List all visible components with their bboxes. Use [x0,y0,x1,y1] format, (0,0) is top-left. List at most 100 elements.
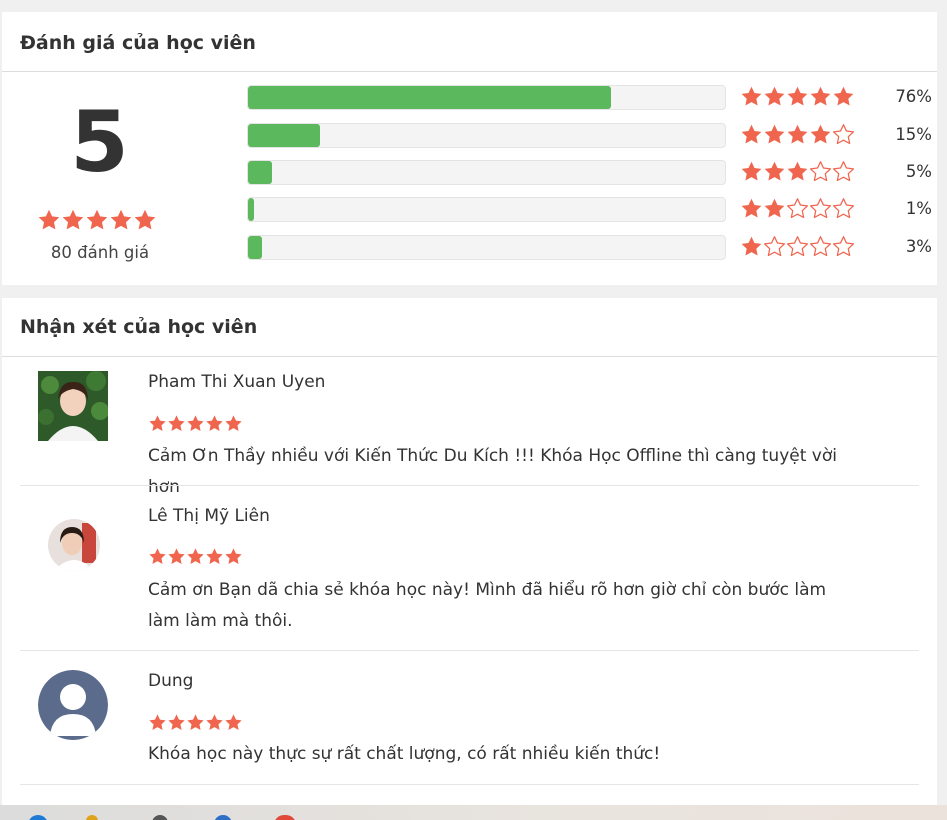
rating-section-title: Đánh giá của học viên [20,32,256,54]
star-filled-icon [149,415,166,431]
star-filled-icon [787,124,808,144]
star-filled-icon [86,209,108,230]
star-filled-icon [187,415,204,431]
app-icon[interactable] [152,815,168,820]
review-stars [148,547,243,566]
rating-bar-track [247,160,726,185]
title-divider [2,356,937,357]
star-filled-icon [764,198,785,218]
review-text: Cảm ơn Bạn dã chia sẻ khóa học này! Mình… [148,580,827,631]
review-stars [148,414,243,433]
star-filled-icon [764,161,785,181]
review-text: Khóa học này thực sự rất chất lượng, có … [148,744,661,764]
rating-bar-track [247,123,726,148]
taskbar [0,805,947,820]
reviews-section-title: Nhận xét của học viên [20,316,258,338]
star-empty-icon [810,161,831,182]
reviewer-avatar [38,371,108,441]
star-empty-icon [787,198,808,219]
rating-bar-fill [248,124,320,147]
star-empty-icon [833,161,854,182]
review-divider [20,784,919,785]
star-empty-icon [810,236,831,257]
star-filled-icon [787,161,808,181]
review-divider [20,485,919,486]
rating-bar-row: 15% [247,123,937,149]
rating-bar-stars [740,123,855,146]
rating-bar-stars [740,160,855,183]
star-empty-icon [833,124,854,145]
star-filled-icon [810,86,831,106]
rating-bar-percent: 3% [905,237,932,256]
star-filled-icon [833,86,854,106]
average-score: 5 [70,93,129,191]
app-icon[interactable] [86,815,98,820]
reviewer-name: Dung [148,671,194,691]
average-stars [37,208,157,232]
star-filled-icon [787,86,808,106]
app-icon[interactable] [214,815,232,820]
star-filled-icon [206,548,223,564]
star-filled-icon [225,548,242,564]
star-empty-icon [764,236,785,257]
rating-bar-percent: 15% [895,125,932,144]
star-filled-icon [168,415,185,431]
star-filled-icon [168,714,185,730]
star-filled-icon [810,124,831,144]
star-filled-icon [168,548,185,564]
star-filled-icon [764,124,785,144]
review-text: Cảm Ơn Thầy nhiều với Kiến Thức Du Kích … [148,446,837,497]
review-divider [20,650,919,651]
rating-bar-percent: 1% [905,199,932,218]
rating-summary-card: Đánh giá của học viên 5 80 đánh giá 76% 1… [2,12,937,285]
star-filled-icon [225,415,242,431]
rating-bar-stars [740,235,855,258]
star-empty-icon [810,198,831,219]
reviews-card: Nhận xét của học viên Pham Thi Xuan Uyen… [2,298,937,805]
star-empty-icon [787,236,808,257]
rating-bar-fill [248,86,611,109]
reviewer-avatar [48,519,100,571]
review-stars [148,713,243,732]
app-icon[interactable] [274,815,296,820]
rating-bar-track [247,197,726,222]
rating-bar-row: 1% [247,197,937,223]
star-filled-icon [62,209,84,230]
star-filled-icon [187,548,204,564]
star-filled-icon [225,714,242,730]
rating-bar-percent: 5% [905,162,932,181]
rating-bar-fill [248,161,272,184]
star-filled-icon [764,86,785,106]
star-filled-icon [149,548,166,564]
reviewer-name: Lê Thị Mỹ Liên [148,506,270,526]
rating-bar-fill [248,236,263,259]
rating-bar-stars [740,85,855,108]
review-count: 80 đánh giá [50,243,150,262]
rating-bar-row: 5% [247,160,937,186]
rating-bar-track [247,85,726,110]
star-filled-icon [134,209,156,230]
star-filled-icon [206,714,223,730]
star-filled-icon [110,209,132,230]
default-user-icon [38,670,108,740]
app-icon[interactable] [28,815,48,820]
star-filled-icon [149,714,166,730]
rating-bar-row: 3% [247,235,937,261]
star-filled-icon [741,161,762,181]
rating-bar-row: 76% [247,85,937,111]
star-filled-icon [38,209,60,230]
star-filled-icon [741,86,762,106]
rating-bar-percent: 76% [895,87,932,106]
star-filled-icon [741,198,762,218]
rating-bar-track [247,235,726,260]
rating-bar-fill [248,198,254,221]
title-divider [2,71,937,72]
star-empty-icon [833,198,854,219]
reviewer-name: Pham Thi Xuan Uyen [148,372,326,392]
star-filled-icon [187,714,204,730]
star-filled-icon [741,236,762,256]
star-empty-icon [833,236,854,257]
star-filled-icon [206,415,223,431]
star-filled-icon [741,124,762,144]
rating-bar-stars [740,197,855,220]
